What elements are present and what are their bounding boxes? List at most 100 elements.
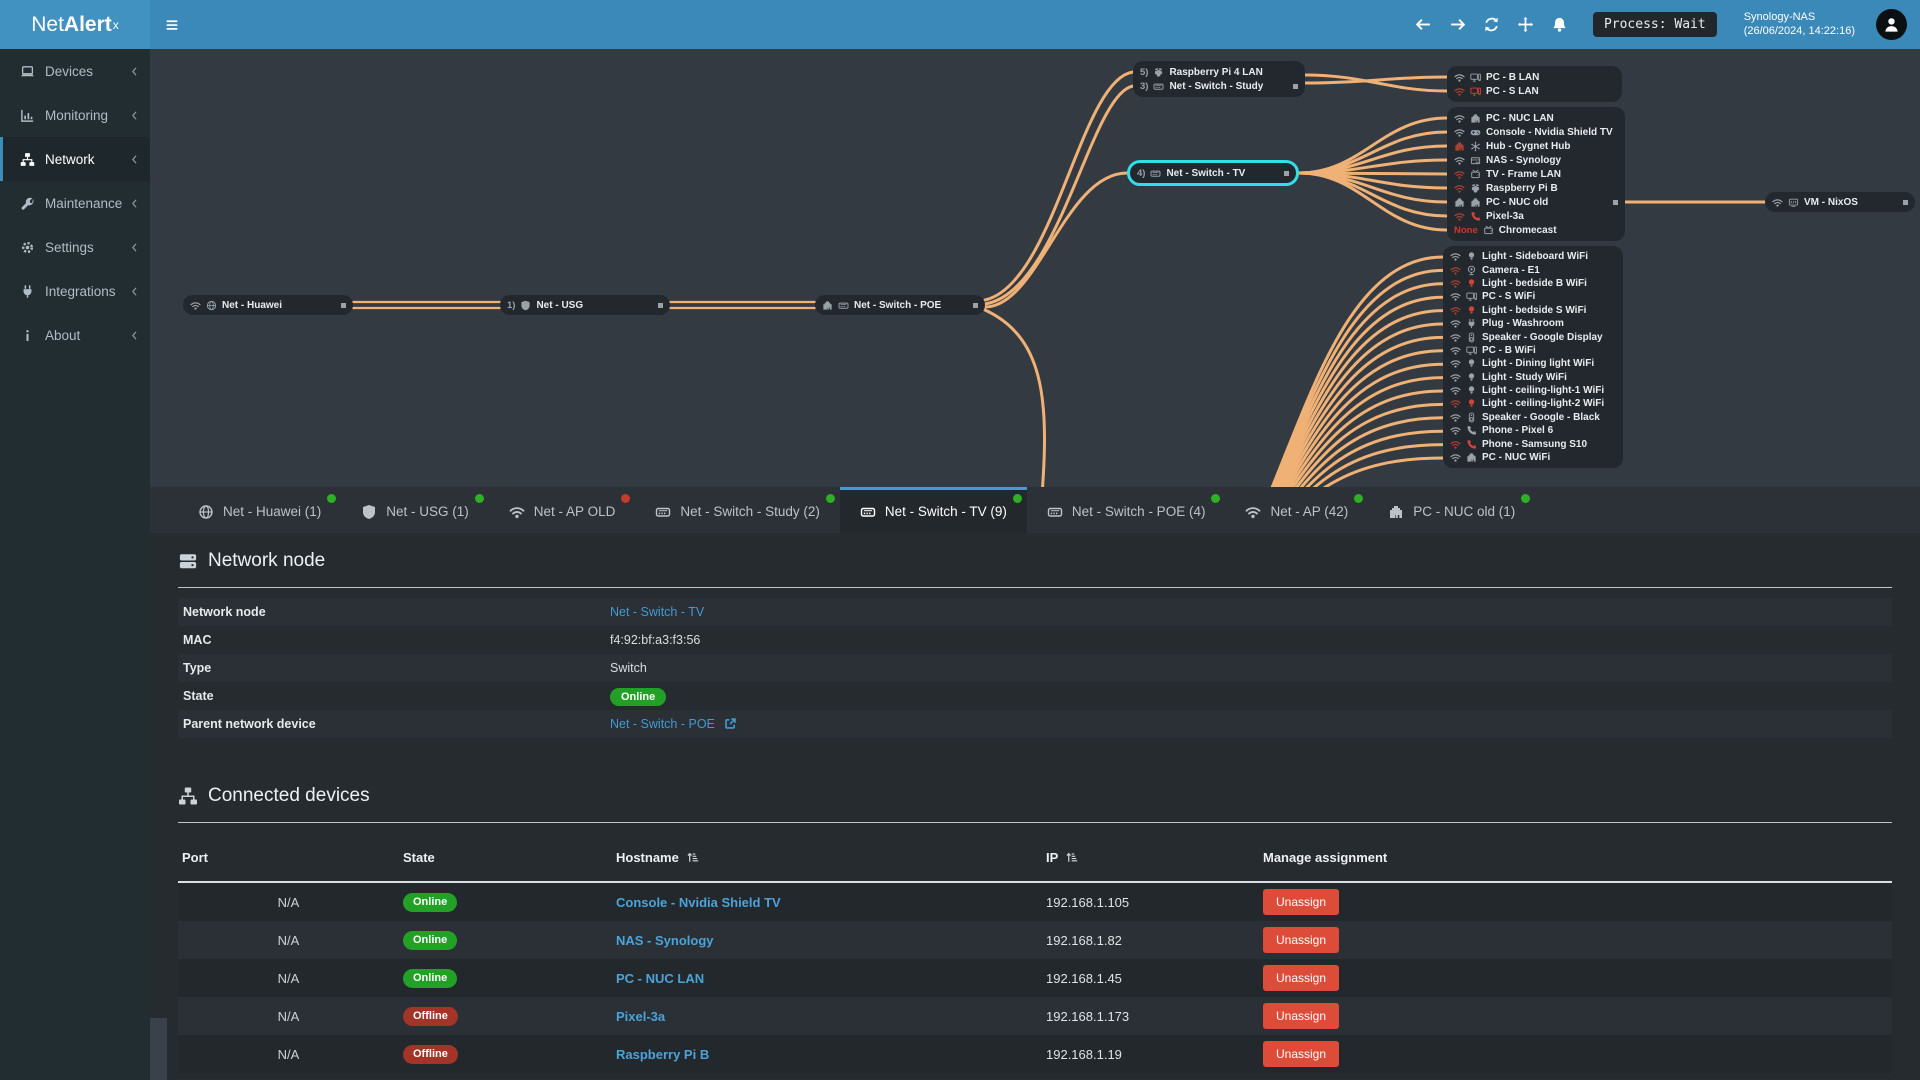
- connection-type-icon: [1450, 372, 1461, 383]
- hostname-link[interactable]: Console - Nvidia Shield TV: [616, 895, 781, 910]
- state-cell: Online: [399, 892, 612, 912]
- notifications-bell-icon[interactable]: [1551, 16, 1568, 33]
- network-device-node[interactable]: PC - B WiFi: [1450, 344, 1616, 357]
- node-collapse-handle[interactable]: [341, 302, 346, 308]
- network-device-node[interactable]: NAS - Synology: [1454, 153, 1618, 167]
- node-label: PC - B LAN: [1486, 71, 1540, 83]
- unassign-button[interactable]: Unassign: [1263, 1041, 1340, 1067]
- network-device-node[interactable]: Hub - Cygnet Hub: [1454, 139, 1618, 153]
- forward-arrow-icon[interactable]: [1449, 16, 1466, 33]
- network-device-node[interactable]: PC - NUC old: [1454, 195, 1618, 209]
- hostname-link[interactable]: PC - NUC LAN: [616, 971, 704, 986]
- back-arrow-icon[interactable]: [1415, 16, 1432, 33]
- sidebar-item[interactable]: Maintenance: [0, 181, 150, 225]
- network-device-node[interactable]: Speaker - Google Display: [1450, 330, 1616, 343]
- hostname-link[interactable]: NAS - Synology: [616, 933, 714, 948]
- tab-label: Net - Switch - Study (2): [680, 504, 820, 519]
- unassign-button[interactable]: Unassign: [1263, 889, 1340, 915]
- node-vm-nixos[interactable]: VM - NixOS: [1765, 192, 1915, 212]
- network-device-node[interactable]: Phone - Samsung S10: [1450, 437, 1616, 450]
- network-tab[interactable]: Net - Switch - POE (4): [1027, 487, 1226, 533]
- device-type-icon: [1466, 345, 1477, 356]
- network-device-node[interactable]: PC - B LAN: [1454, 70, 1615, 84]
- network-device-node[interactable]: Net - Huawei: [183, 295, 353, 315]
- network-tab[interactable]: Net - AP (42): [1225, 487, 1368, 533]
- network-device-node[interactable]: 5) Raspberry Pi 4 LAN: [1140, 65, 1298, 79]
- app-logo[interactable]: Net Alert x: [0, 0, 150, 49]
- network-tab[interactable]: Net - USG (1): [341, 487, 489, 533]
- network-device-node[interactable]: Light - ceiling-light-1 WiFi: [1450, 384, 1616, 397]
- tab-label: Net - AP (42): [1270, 504, 1349, 519]
- unassign-button[interactable]: Unassign: [1263, 965, 1340, 991]
- network-device-node[interactable]: Light - bedside S WiFi: [1450, 304, 1616, 317]
- network-device-node[interactable]: Light - Dining light WiFi: [1450, 357, 1616, 370]
- network-device-node[interactable]: Plug - Washroom: [1450, 317, 1616, 330]
- network-device-node[interactable]: Pixel-3a: [1454, 209, 1618, 223]
- network-device-node[interactable]: PC - S LAN: [1454, 84, 1615, 98]
- hostname-link[interactable]: Pixel-3a: [616, 1009, 665, 1024]
- section-title: Network node: [208, 550, 326, 571]
- network-device-node[interactable]: Speaker - Google - Black: [1450, 411, 1616, 424]
- network-device-node[interactable]: Net - Switch - POE: [815, 295, 985, 315]
- network-tab[interactable]: Net - Switch - TV (9): [839, 487, 1027, 533]
- sidebar-toggle-button[interactable]: [152, 0, 192, 49]
- sidebar-item[interactable]: Monitoring: [0, 93, 150, 137]
- network-tab[interactable]: PC - NUC old (1): [1368, 487, 1535, 533]
- sort-icon[interactable]: [686, 851, 699, 864]
- network-device-node[interactable]: Light - bedside B WiFi: [1450, 277, 1616, 290]
- property-value-text[interactable]: Net - Switch - POE: [610, 717, 715, 731]
- node-net-switch-tv-selected[interactable]: 4) Net - Switch - TV: [1127, 160, 1299, 186]
- property-value-text[interactable]: Net - Switch - TV: [610, 605, 704, 619]
- network-tab[interactable]: Net - Huawei (1): [178, 487, 341, 533]
- external-link-icon[interactable]: [724, 717, 737, 730]
- network-device-node[interactable]: TV - Frame LAN: [1454, 167, 1618, 181]
- network-tab[interactable]: Net - AP OLD: [489, 487, 636, 533]
- network-device-node[interactable]: Raspberry Pi B: [1454, 181, 1618, 195]
- column-header-hostname[interactable]: Hostname: [612, 850, 1042, 865]
- network-tab[interactable]: Net - Switch - Study (2): [635, 487, 840, 533]
- network-device-node[interactable]: None Chromecast: [1454, 223, 1618, 237]
- device-type-icon: [1470, 72, 1481, 83]
- sidebar-item[interactable]: Network: [0, 137, 150, 181]
- network-device-node[interactable]: Light - Sideboard WiFi: [1450, 250, 1616, 263]
- state-cell: Offline: [399, 1044, 612, 1064]
- network-device-node[interactable]: 3) Net - Switch - Study: [1140, 79, 1298, 93]
- refresh-icon[interactable]: [1483, 16, 1500, 33]
- connection-type-icon: [1450, 385, 1461, 396]
- sidebar-item[interactable]: Devices: [0, 49, 150, 93]
- node-collapse-handle[interactable]: [1613, 199, 1618, 205]
- unassign-button[interactable]: Unassign: [1263, 1003, 1340, 1029]
- network-device-node[interactable]: Light - ceiling-light-2 WiFi: [1450, 397, 1616, 410]
- unassign-button[interactable]: Unassign: [1263, 927, 1340, 953]
- property-value-text[interactable]: f4:92:bf:a3:f3:56: [610, 633, 700, 647]
- sort-icon[interactable]: [1065, 851, 1078, 864]
- node-collapse-handle[interactable]: [1903, 199, 1908, 205]
- tab-status-dot: [825, 494, 835, 503]
- hostname-link[interactable]: Raspberry Pi B: [616, 1047, 709, 1062]
- node-collapse-handle[interactable]: [973, 302, 978, 308]
- column-header-ip[interactable]: IP: [1042, 850, 1259, 865]
- sidebar-item[interactable]: Settings: [0, 225, 150, 269]
- sidebar-item[interactable]: Integrations: [0, 269, 150, 313]
- network-device-node[interactable]: Camera - E1: [1450, 263, 1616, 276]
- network-topology-diagram[interactable]: Net - Huawei 1) Net - USG Net - Switch -…: [150, 49, 1920, 487]
- avatar[interactable]: [1876, 9, 1907, 40]
- node-collapse-handle[interactable]: [1293, 83, 1298, 89]
- network-device-node[interactable]: PC - NUC LAN: [1454, 111, 1618, 125]
- property-value-text[interactable]: Online: [610, 688, 667, 706]
- network-device-node[interactable]: Phone - Pixel 6: [1450, 424, 1616, 437]
- scrollbar-thumb[interactable]: [150, 1018, 167, 1080]
- network-device-node[interactable]: Light - Study WiFi: [1450, 371, 1616, 384]
- network-device-node[interactable]: PC - S WiFi: [1450, 290, 1616, 303]
- network-device-node[interactable]: Console - Nvidia Shield TV: [1454, 125, 1618, 139]
- network-device-node[interactable]: 1) Net - USG: [500, 295, 670, 315]
- node-collapse-handle[interactable]: [658, 302, 663, 308]
- sidebar-item[interactable]: About: [0, 313, 150, 357]
- property-value-text[interactable]: Switch: [610, 661, 647, 675]
- node-label: Plug - Washroom: [1482, 318, 1564, 330]
- node-label: PC - NUC LAN: [1486, 112, 1554, 124]
- pan-move-icon[interactable]: [1517, 16, 1534, 33]
- node-collapse-handle[interactable]: [1284, 170, 1289, 176]
- network-device-node[interactable]: PC - NUC WiFi: [1450, 451, 1616, 464]
- process-status-badge[interactable]: Process: Wait: [1592, 12, 1717, 37]
